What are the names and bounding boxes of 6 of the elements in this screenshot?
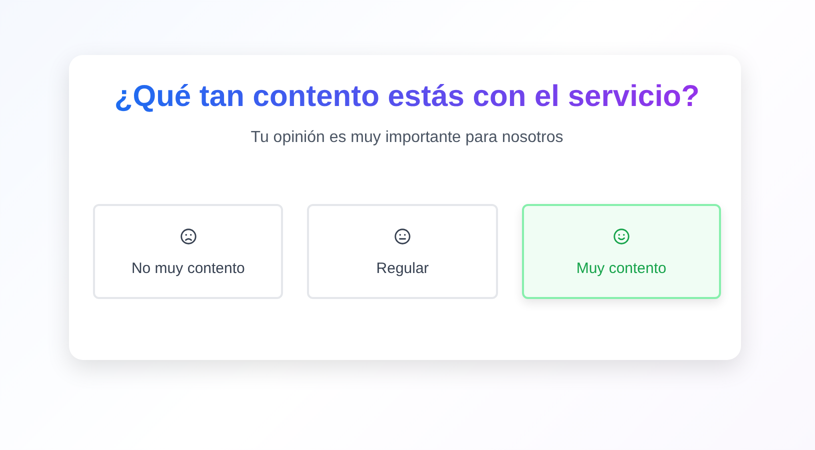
rating-option[interactable]: Regular [307,204,498,299]
smiley-face-icon [612,226,631,246]
sad-face-icon [178,226,198,246]
neutral-face-icon [393,226,412,246]
rating-option[interactable]: No muy contento [93,204,284,299]
survey-subtitle: Tu opinión es muy importante para nosotros [250,129,564,147]
